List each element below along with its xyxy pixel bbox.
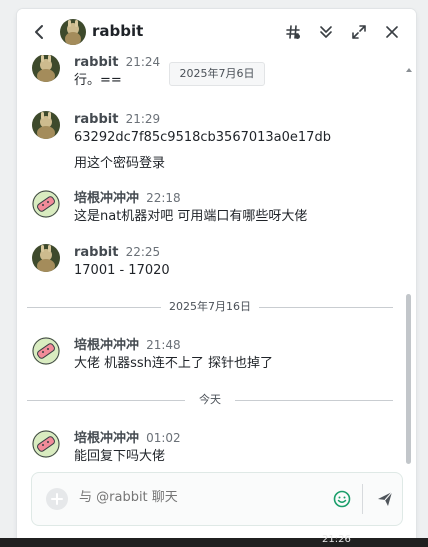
message-text: 用这个密码登录: [74, 156, 166, 171]
expand-icon: [352, 25, 366, 39]
back-button[interactable]: [29, 22, 49, 42]
sender-name: rabbit: [74, 55, 119, 70]
rabbit-avatar[interactable]: [32, 111, 60, 139]
message-text: 这是nat机器对吧 可用端口有哪些呀大佬: [74, 209, 308, 224]
message-meta: 培根冲冲冲 01:02: [74, 427, 181, 449]
emoji-button[interactable]: [332, 489, 352, 509]
sender-name: 培根冲冲冲: [74, 338, 140, 353]
bacon-avatar[interactable]: [32, 337, 60, 365]
double-chevron-down-icon: [320, 26, 332, 38]
sender-name: rabbit: [74, 112, 119, 127]
taskbar: 21:26: [0, 534, 428, 547]
divider-label: 2025年7月16日: [161, 300, 259, 313]
rabbit-avatar[interactable]: [32, 55, 60, 82]
message-composer: [31, 472, 403, 526]
close-icon: [386, 26, 398, 38]
chat-title: rabbit: [92, 22, 144, 40]
collapse-button[interactable]: [316, 21, 336, 43]
rabbit-avatar[interactable]: [32, 244, 60, 272]
chat-window: rabbit rabbit 21:24 行。== 2025年7月6日 rabbi…: [17, 9, 416, 547]
bacon-avatar[interactable]: [32, 430, 60, 458]
message-input[interactable]: [79, 490, 309, 505]
chevron-left-icon: [35, 25, 43, 39]
date-tooltip: 2025年7月6日: [169, 62, 265, 86]
message-time: 22:25: [125, 245, 161, 259]
message-list: rabbit 21:24 行。== 2025年7月6日 rabbit 21:29…: [17, 55, 416, 470]
expand-button[interactable]: [349, 21, 369, 43]
message-meta: rabbit 21:29: [74, 108, 160, 130]
sender-name: rabbit: [74, 245, 119, 260]
plus-icon: [51, 493, 63, 505]
message-text: 17001 - 17020: [74, 263, 170, 278]
scrollbar-thumb[interactable]: [406, 294, 411, 464]
send-icon: [378, 491, 393, 506]
close-button[interactable]: [382, 21, 402, 43]
message-text: 能回复下吗大佬: [74, 449, 166, 464]
hashtag-button[interactable]: [283, 21, 303, 43]
message-meta: 培根冲冲冲 22:18: [74, 187, 181, 209]
scroll-up-arrow[interactable]: [405, 59, 413, 72]
message-time: 21:29: [125, 112, 161, 126]
message-text: 行。==: [74, 73, 122, 88]
message-time: 01:02: [146, 431, 181, 445]
divider-label: 今天: [191, 393, 229, 406]
message-meta: 培根冲冲冲 21:48: [74, 334, 181, 356]
smiley-icon: [333, 490, 351, 508]
message-text: 63292dc7f85c9518cb3567013a0e17db: [74, 130, 331, 145]
message-time: 22:18: [146, 191, 181, 205]
add-attachment-button[interactable]: [46, 488, 68, 510]
date-divider: 2025年7月16日: [27, 298, 393, 316]
message-text: 大佬 机器ssh连不上了 探针也掉了: [74, 356, 274, 371]
message-time: 21:48: [146, 338, 181, 352]
sender-name: 培根冲冲冲: [74, 431, 140, 446]
header-actions: [283, 21, 402, 43]
send-button[interactable]: [375, 489, 395, 509]
bacon-avatar[interactable]: [32, 190, 60, 218]
date-divider: 今天: [27, 391, 393, 409]
message-meta: rabbit 22:25: [74, 241, 160, 263]
hashtag-icon: [286, 25, 300, 39]
sender-name: 培根冲冲冲: [74, 191, 140, 206]
taskbar-clock: 21:26: [322, 534, 351, 545]
composer-separator: [362, 484, 363, 514]
chat-header: rabbit: [17, 9, 416, 55]
header-avatar[interactable]: [60, 19, 86, 45]
message-time: 21:24: [125, 55, 161, 69]
